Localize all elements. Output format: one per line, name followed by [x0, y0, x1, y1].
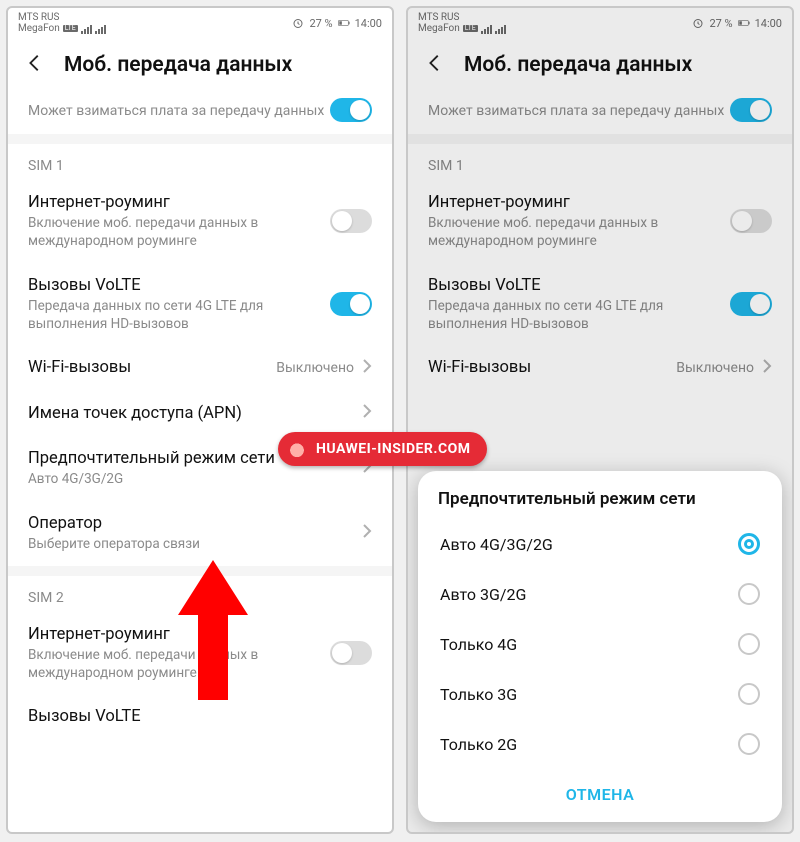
signal-icon [95, 24, 106, 34]
phone-screenshot-right: MTS RUS MegaFon LTE 27 % 14:00 Моб. пере… [406, 6, 794, 834]
roaming-row[interactable]: Интернет-роуминг Включение моб. передачи… [408, 180, 792, 263]
dialog-option-label: Авто 3G/2G [440, 585, 526, 604]
dialog-option-only-3g[interactable]: Только 3G [418, 669, 782, 719]
mobile-data-toggle[interactable] [330, 98, 372, 122]
dialog-option-label: Только 2G [440, 735, 517, 754]
volte-row[interactable]: Вызовы VoLTE Передача данных по сети 4G … [408, 263, 792, 346]
wifi-calling-title: Wi-Fi-вызовы [28, 357, 276, 378]
radio-icon[interactable] [738, 733, 760, 755]
volte-toggle[interactable] [330, 292, 372, 316]
dialog-option-auto-3g[interactable]: Авто 3G/2G [418, 569, 782, 619]
wifi-calling-row[interactable]: Wi-Fi-вызовы Выключено [8, 345, 392, 390]
back-button[interactable] [24, 52, 46, 78]
roaming-toggle[interactable] [330, 209, 372, 233]
huawei-logo-icon [284, 436, 310, 462]
carrier-2: MegaFon [418, 24, 460, 34]
mobile-data-toggle[interactable] [730, 98, 772, 122]
mobile-data-toggle-row[interactable]: Может взиматься плата за передачу данных [8, 86, 392, 134]
phone-screenshot-left: MTS RUS MegaFon LTE 27 % 14:00 Моб. пере… [6, 6, 394, 834]
status-bar: MTS RUS MegaFon LTE 27 % 14:00 [8, 8, 392, 38]
wifi-calling-row[interactable]: Wi-Fi-вызовы Выключено [408, 345, 792, 390]
operator-row[interactable]: Оператор Выберите оператора связи [8, 501, 392, 566]
operator-title: Оператор [28, 513, 362, 534]
network-badge: LTE [463, 25, 478, 32]
volte-title: Вызовы VoLTE [428, 275, 730, 296]
sim2-volte-title: Вызовы VoLTE [28, 706, 372, 727]
mobile-data-toggle-row[interactable]: Может взиматься плата за передачу данных [408, 86, 792, 134]
clock: 14:00 [355, 17, 382, 30]
dialog-cancel-button[interactable]: ОТМЕНА [418, 769, 782, 816]
back-button[interactable] [424, 52, 446, 78]
roaming-desc: Включение моб. передачи данных в междуна… [428, 215, 730, 250]
battery-icon [738, 17, 750, 29]
radio-icon[interactable] [738, 683, 760, 705]
radio-icon[interactable] [738, 633, 760, 655]
radio-icon[interactable] [738, 583, 760, 605]
volte-desc: Передача данных по сети 4G LTE для выпол… [28, 298, 330, 333]
dialog-option-label: Только 3G [440, 685, 517, 704]
dialog-option-only-2g[interactable]: Только 2G [418, 719, 782, 769]
carrier-1: MTS RUS [18, 13, 109, 23]
volte-toggle[interactable] [730, 292, 772, 316]
alarm-icon [692, 17, 704, 29]
apn-row[interactable]: Имена точек доступа (APN) [8, 391, 392, 436]
volte-desc: Передача данных по сети 4G LTE для выпол… [428, 298, 730, 333]
wifi-calling-value: Выключено [676, 360, 754, 376]
mobile-data-desc: Может взиматься плата за передачу данных [28, 102, 330, 120]
chevron-right-icon [362, 358, 372, 378]
chevron-right-icon [762, 358, 772, 378]
dialog-option-label: Авто 4G/3G/2G [440, 535, 553, 554]
roaming-title: Интернет-роуминг [428, 192, 730, 213]
chevron-right-icon [362, 523, 372, 543]
wifi-calling-value: Выключено [276, 360, 354, 376]
roaming-desc: Включение моб. передачи данных в междуна… [28, 215, 330, 250]
wifi-calling-title: Wi-Fi-вызовы [428, 357, 676, 378]
page-title: Моб. передача данных [464, 53, 692, 77]
signal-icon [481, 24, 492, 34]
signal-icon [495, 24, 506, 34]
radio-selected-icon[interactable] [738, 533, 760, 555]
clock: 14:00 [755, 17, 782, 30]
volte-row[interactable]: Вызовы VoLTE Передача данных по сети 4G … [8, 263, 392, 346]
watermark-text: HUAWEI-INSIDER.COM [316, 441, 471, 457]
sim1-section-label: SIM 1 [8, 144, 392, 180]
network-badge: LTE [63, 25, 78, 32]
watermark-badge: HUAWEI-INSIDER.COM [278, 432, 487, 466]
roaming-title: Интернет-роуминг [28, 192, 330, 213]
carrier-2: MegaFon [18, 24, 60, 34]
roaming-toggle[interactable] [730, 209, 772, 233]
volte-title: Вызовы VoLTE [28, 275, 330, 296]
network-mode-value: Авто 4G/3G/2G [28, 471, 362, 489]
annotation-arrow-icon [178, 560, 248, 704]
mobile-data-desc: Может взиматься плата за передачу данных [428, 102, 730, 120]
battery-pct: 27 % [709, 17, 732, 30]
sim2-roaming-toggle[interactable] [330, 641, 372, 665]
battery-pct: 27 % [309, 17, 332, 30]
signal-icon [81, 24, 92, 34]
alarm-icon [292, 17, 304, 29]
dialog-title: Предпочтительный режим сети [418, 471, 782, 519]
apn-title: Имена точек доступа (APN) [28, 403, 362, 424]
sim1-section-label: SIM 1 [408, 144, 792, 180]
battery-icon [338, 17, 350, 29]
dialog-option-label: Только 4G [440, 635, 517, 654]
dialog-option-auto-4g[interactable]: Авто 4G/3G/2G [418, 519, 782, 569]
dialog-option-only-4g[interactable]: Только 4G [418, 619, 782, 669]
status-bar: MTS RUS MegaFon LTE 27 % 14:00 [408, 8, 792, 38]
page-header: Моб. передача данных [408, 38, 792, 86]
chevron-right-icon [362, 403, 372, 423]
operator-desc: Выберите оператора связи [28, 536, 362, 554]
carrier-1: MTS RUS [418, 13, 509, 23]
network-mode-dialog: Предпочтительный режим сети Авто 4G/3G/2… [418, 471, 782, 822]
roaming-row[interactable]: Интернет-роуминг Включение моб. передачи… [8, 180, 392, 263]
page-header: Моб. передача данных [8, 38, 392, 86]
page-title: Моб. передача данных [64, 53, 292, 77]
